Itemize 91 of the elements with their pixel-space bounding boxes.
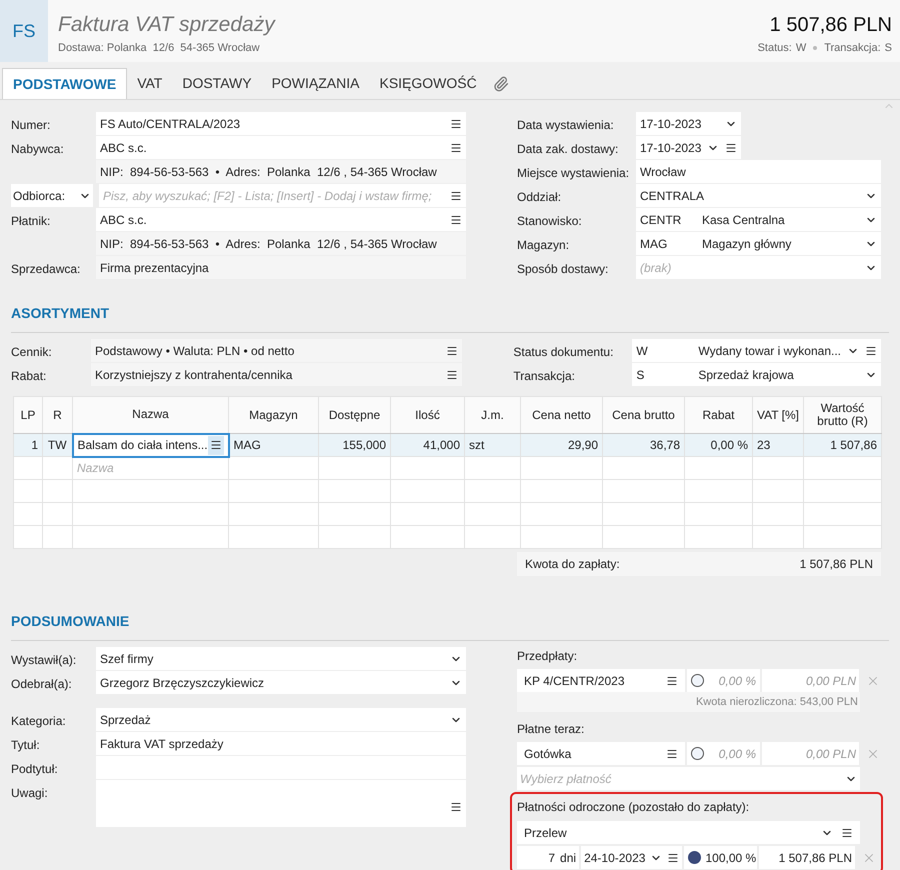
menu-icon[interactable]: [666, 674, 678, 686]
field-label: Data wystawienia:: [517, 117, 614, 134]
text-field[interactable]: Faktura VAT sprzedaży: [96, 732, 466, 755]
document-type-badge: FS: [0, 0, 48, 62]
section-label: Płatne teraz:: [517, 721, 586, 738]
menu-icon[interactable]: [450, 142, 462, 154]
dropdown[interactable]: CENTRALA: [636, 184, 881, 207]
field-label: Sprzedawca:: [11, 261, 80, 278]
dropdown[interactable]: Grzegorz Brzęczyszczykiewicz: [96, 671, 466, 694]
radio-button[interactable]: [688, 851, 702, 864]
menu-icon[interactable]: [725, 142, 737, 154]
menu-icon[interactable]: [450, 801, 462, 813]
total-amount: 1 507,86 PLN: [770, 13, 892, 37]
field-label: Cennik:: [11, 344, 52, 361]
field-label: Podtytuł:: [11, 761, 58, 778]
menu-icon[interactable]: [450, 190, 462, 202]
field-label: Numer:: [11, 117, 50, 134]
tab[interactable]: POWIĄZANIA: [262, 68, 370, 99]
field-label: Oddział:: [517, 189, 562, 206]
menu-icon[interactable]: [210, 439, 222, 451]
lookup-field[interactable]: ABC s.c.: [96, 208, 466, 231]
total-label: Kwota do zapłaty:: [525, 556, 620, 573]
text-field[interactable]: Wrocław: [636, 160, 881, 183]
field-label: Miejsce wystawienia:: [517, 165, 630, 182]
lookup-field[interactable]: FS Auto/CENTRALA/2023: [96, 112, 466, 135]
info-text: NIP: 894-56-53-563 • Adres: Polanka 12/6 , 54-365 Wrocław: [96, 160, 466, 183]
transaction-label: Transakcja:: [824, 41, 881, 56]
menu-icon[interactable]: [841, 826, 853, 838]
dropdown[interactable]: CENTR Kasa Centralna: [636, 208, 881, 231]
delivery-address: Dostawa: Polanka 12/6 54-365 Wrocław: [58, 41, 261, 56]
menu-icon[interactable]: [667, 852, 680, 864]
radio-button[interactable]: [691, 747, 704, 760]
lookup-field[interactable]: Korzystniejszy z kontrahenta/cennika: [91, 363, 462, 386]
section-label: Przedpłaty:: [517, 648, 578, 665]
tab[interactable]: DOSTAWY: [172, 68, 262, 99]
transaction-value: S: [884, 41, 892, 56]
field-label: Magazyn:: [517, 237, 570, 254]
field-label: Tytuł:: [11, 737, 40, 754]
payment-method-dropdown[interactable]: Przelew: [517, 821, 860, 844]
status-value: W: [796, 41, 806, 56]
dropdown[interactable]: Sprzedaż: [96, 708, 466, 731]
dropdown[interactable]: S Sprzedaż krajowa: [632, 363, 881, 386]
notes-field[interactable]: [96, 780, 466, 827]
table-cell: Balsam do ciała intens...: [72, 434, 228, 456]
field-label: Sposób dostawy:: [517, 261, 608, 278]
menu-icon[interactable]: [446, 344, 458, 356]
label-dropdown[interactable]: Odbiorca:: [11, 184, 93, 207]
dropdown[interactable]: MAG Magazyn główny: [636, 232, 881, 255]
document-title: Faktura VAT sprzedaży: [58, 13, 277, 37]
table-row[interactable]: 1 TW Balsam do ciała intens... MAG 155,000 41,000 szt 29,90 36,78 0,00 % 23 1 507,86: [14, 434, 882, 456]
total-value: 1 507,86 PLN: [800, 556, 873, 573]
tab[interactable]: VAT: [127, 68, 172, 99]
field-label: Wystawił(a):: [11, 652, 76, 669]
menu-icon[interactable]: [865, 344, 877, 356]
dropdown[interactable]: Szef firmy: [96, 647, 466, 670]
days-field[interactable]: 7 dni: [517, 846, 580, 869]
unsettled-amount: Kwota nierozliczona: 543,00 PLN: [696, 694, 858, 710]
lookup-field[interactable]: KP 4/CENTR/2023: [517, 669, 685, 692]
menu-icon[interactable]: [446, 368, 458, 380]
date-picker[interactable]: 17-10-2023: [636, 136, 741, 159]
status-label: Status:: [758, 41, 792, 56]
date-picker[interactable]: 17-10-2023: [636, 112, 741, 135]
dropdown[interactable]: W Wydany towar i wykonan...: [632, 339, 881, 362]
tab[interactable]: PODSTAWOWE: [2, 68, 128, 99]
percent-field[interactable]: 100,00 %: [684, 846, 758, 869]
section-label: Płatności odroczone (pozostało do zapłaty):: [517, 799, 750, 816]
menu-icon[interactable]: [666, 748, 678, 760]
section-heading: ASORTYMENT: [11, 305, 109, 321]
field-label: Rabat:: [11, 368, 46, 385]
field-label: Odebrał(a):: [11, 676, 72, 693]
info-text: NIP: 894-56-53-563 • Adres: Polanka 12/6 , 54-365 Wrocław: [96, 232, 466, 255]
menu-icon[interactable]: [450, 118, 462, 130]
lookup-field[interactable]: ABC s.c.: [96, 136, 466, 159]
field-label: Status dokumentu:: [513, 344, 614, 361]
section-heading: PODSUMOWANIE: [11, 613, 130, 629]
field-label: Stanowisko:: [517, 213, 582, 230]
field-label: Uwagi:: [11, 785, 48, 802]
column-header[interactable]: LP: [14, 396, 42, 434]
info-text: Firma prezentacyjna: [96, 256, 466, 279]
field-label: Nabywca:: [11, 141, 64, 158]
menu-icon[interactable]: [450, 214, 462, 226]
lookup-field[interactable]: Gotówka: [517, 742, 685, 765]
radio-button[interactable]: [691, 674, 704, 687]
tab[interactable]: KSIĘGOWOŚĆ: [369, 68, 487, 99]
field-label: Kategoria:: [11, 713, 66, 730]
field-label: Data zak. dostawy:: [517, 141, 618, 158]
lookup-field[interactable]: Podstawowy • Waluta: PLN • od netto: [91, 339, 462, 362]
amount-field[interactable]: 1 507,86 PLN: [759, 846, 855, 869]
field-label: Płatnik:: [11, 213, 50, 230]
date-picker[interactable]: 24-10-2023: [581, 846, 682, 869]
field-label: Transakcja:: [513, 368, 575, 385]
